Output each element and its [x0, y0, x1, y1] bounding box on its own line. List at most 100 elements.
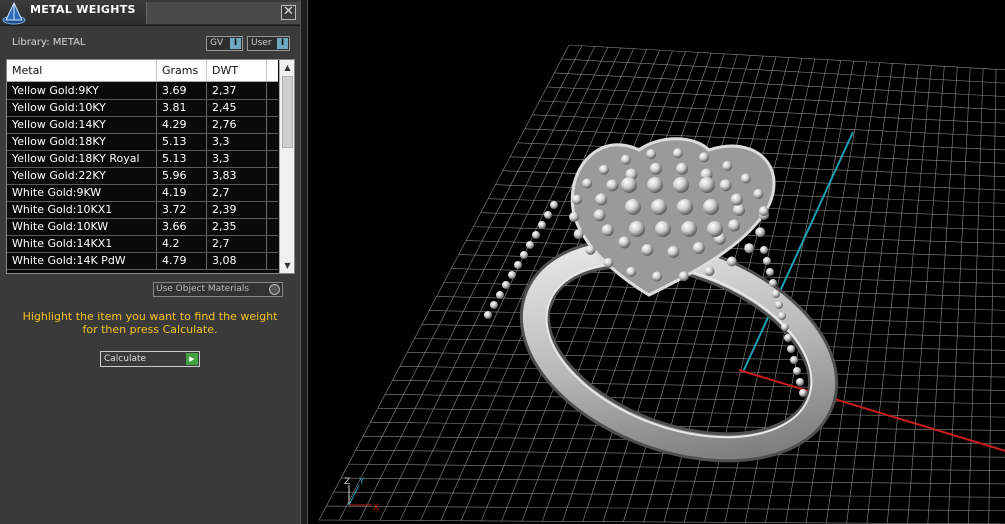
dwt-cell: 3,3: [207, 151, 267, 167]
grams-cell: 4.29: [157, 117, 207, 133]
dwt-cell: 2,37: [207, 83, 267, 99]
stone-bead: [667, 245, 680, 258]
stone-bead: [775, 301, 783, 309]
table-row[interactable]: White Gold:10KW 3.66 2,35: [7, 219, 278, 236]
stone-bead: [585, 244, 596, 255]
stone-bead: [790, 356, 798, 364]
table-row[interactable]: White Gold:14K PdW 4.79 3,08: [7, 253, 278, 270]
stone-bead: [550, 201, 558, 209]
gizmo-y-label: Y: [358, 477, 365, 487]
stone-bead: [655, 221, 671, 237]
stone-bead: [793, 367, 801, 375]
table-row[interactable]: Yellow Gold:18KY Royal 5.13 3,3: [7, 151, 278, 168]
scroll-up-icon[interactable]: ▲: [280, 60, 294, 75]
stone-bead: [730, 193, 743, 206]
user-toggle-indicator: I: [277, 38, 288, 49]
calculate-button[interactable]: Calculate ▶: [100, 351, 200, 367]
table-row[interactable]: Yellow Gold:22KY 5.96 3,83: [7, 168, 278, 185]
stone-bead: [582, 178, 593, 189]
stone-bead: [625, 199, 641, 215]
stone-bead: [544, 211, 552, 219]
table-row[interactable]: White Gold:14KX1 4.2 2,7: [7, 236, 278, 253]
stone-bead: [692, 242, 705, 255]
stone-bead: [722, 161, 733, 172]
stone-bead: [760, 246, 768, 254]
grams-cell: 4.2: [157, 236, 207, 252]
stone-bead: [508, 271, 516, 279]
use-object-materials-option[interactable]: Use Object Materials: [153, 282, 283, 297]
stone-bead: [778, 312, 786, 320]
metal-cell: Yellow Gold:14KY: [7, 117, 157, 133]
stone-bead: [629, 221, 645, 237]
close-icon: ✕: [283, 4, 294, 19]
scroll-down-icon[interactable]: ▼: [280, 258, 294, 273]
table-row[interactable]: White Gold:9KW 4.19 2,7: [7, 185, 278, 202]
metal-table[interactable]: Metal Grams DWT Yellow Gold:9KY 3.69 2,37 Y…: [6, 59, 295, 274]
pyramid-logo-icon: [2, 1, 26, 25]
stone-bead: [676, 162, 689, 175]
stone-bead: [593, 209, 606, 222]
use-object-materials-radio[interactable]: [269, 284, 280, 295]
stone-bead: [787, 345, 795, 353]
panel-titlebar[interactable]: METAL WEIGHTS ✕: [0, 0, 300, 26]
stone-bead: [766, 268, 774, 276]
stone-bead: [677, 199, 693, 215]
stone-bead: [719, 179, 732, 192]
stone-bead: [571, 194, 582, 205]
dwt-cell: 3,83: [207, 168, 267, 184]
table-row[interactable]: White Gold:10KX1 3.72 2,39: [7, 202, 278, 219]
metal-weights-panel: METAL WEIGHTS ✕ Library: METAL GV I User…: [0, 0, 300, 524]
scroll-thumb[interactable]: [282, 76, 293, 148]
stone-bead: [698, 152, 709, 163]
table-row[interactable]: Yellow Gold:9KY 3.69 2,37: [7, 83, 278, 100]
column-header-dwt[interactable]: DWT: [207, 60, 267, 82]
library-label: Library: METAL: [12, 37, 86, 48]
stone-bead: [672, 148, 683, 159]
stone-bead: [618, 236, 631, 249]
stone-bead: [673, 177, 689, 193]
viewport-canvas[interactable]: Z Y X: [309, 0, 1005, 524]
play-icon: ▶: [186, 353, 198, 365]
grams-cell: 3.72: [157, 202, 207, 218]
stone-bead: [799, 389, 807, 397]
grams-cell: 3.69: [157, 83, 207, 99]
stone-bead: [647, 177, 663, 193]
dwt-cell: 2,35: [207, 219, 267, 235]
metal-cell: White Gold:10KW: [7, 219, 157, 235]
table-scrollbar[interactable]: ▲ ▼: [279, 60, 294, 273]
table-row[interactable]: Yellow Gold:18KY 5.13 3,3: [7, 134, 278, 151]
stone-bead: [784, 334, 792, 342]
stone-bead: [753, 188, 764, 199]
stone-bead: [772, 290, 780, 298]
column-header-metal[interactable]: Metal: [7, 60, 157, 82]
stone-bead: [678, 271, 689, 282]
table-row[interactable]: Yellow Gold:14KY 4.29 2,76: [7, 117, 278, 134]
stone-bead: [769, 279, 777, 287]
stone-bead: [532, 231, 540, 239]
stone-bead: [781, 323, 789, 331]
gv-toggle[interactable]: GV I: [206, 36, 243, 51]
stone-bead: [651, 199, 667, 215]
table-row[interactable]: Yellow Gold:10KY 3.81 2,45: [7, 100, 278, 117]
metal-cell: Yellow Gold:18KY Royal: [7, 151, 157, 167]
stone-bead: [502, 281, 510, 289]
grams-cell: 5.13: [157, 151, 207, 167]
metal-cell: Yellow Gold:9KY: [7, 83, 157, 99]
grams-cell: 5.13: [157, 134, 207, 150]
dwt-cell: 2,39: [207, 202, 267, 218]
dwt-cell: 2,7: [207, 185, 267, 201]
3d-viewport[interactable]: Z Y X: [309, 0, 1005, 524]
column-header-grams[interactable]: Grams: [157, 60, 207, 82]
gv-toggle-label: GV: [210, 38, 224, 48]
stone-bead: [620, 154, 631, 165]
panel-splitter[interactable]: [300, 0, 308, 524]
close-button[interactable]: ✕: [281, 5, 296, 20]
user-toggle[interactable]: User I: [247, 36, 290, 51]
stone-bead: [569, 211, 580, 222]
stone-bead: [707, 221, 723, 237]
stone-bead: [514, 261, 522, 269]
stone-bead: [621, 177, 637, 193]
stone-bead: [649, 162, 662, 175]
stone-bead: [733, 204, 745, 216]
dwt-cell: 2,76: [207, 117, 267, 133]
